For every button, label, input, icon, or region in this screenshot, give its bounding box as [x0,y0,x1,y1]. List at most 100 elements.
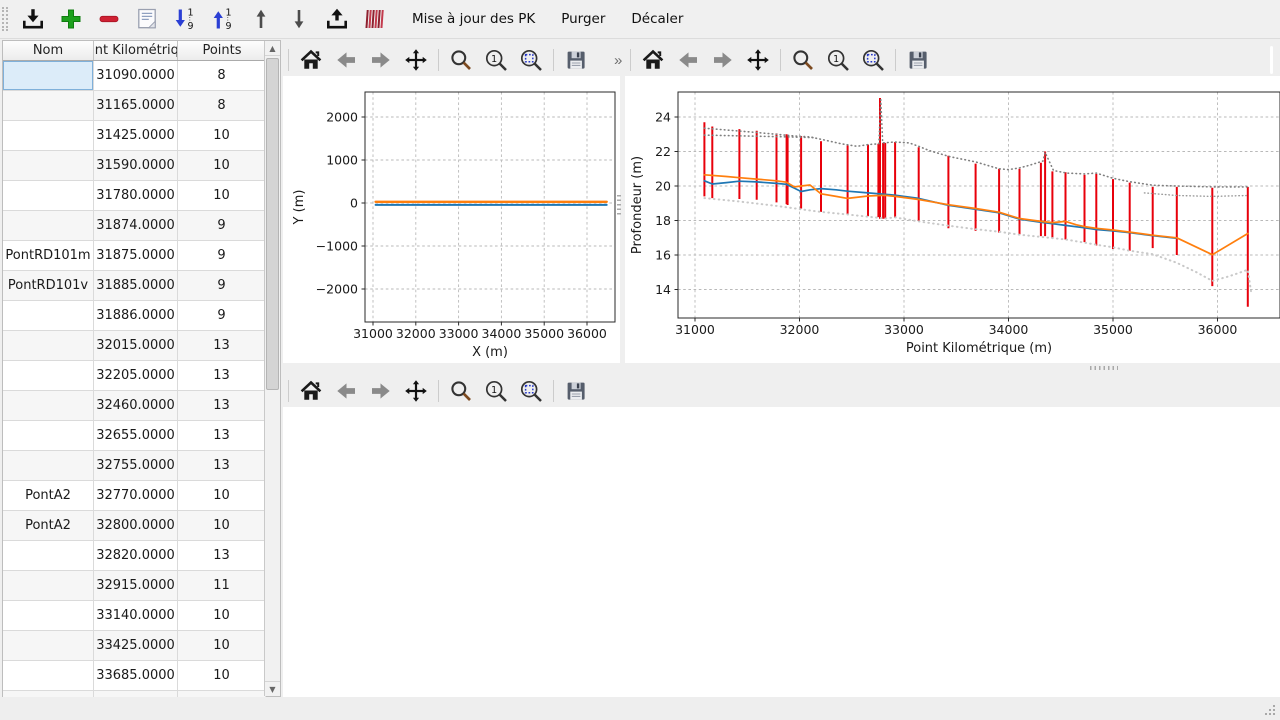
table-cell[interactable]: 8 [178,61,266,91]
table-cell[interactable]: 13 [178,331,266,361]
table-cell[interactable]: 31874.0000 [94,211,178,241]
table-cell[interactable] [3,631,94,661]
save-button[interactable] [905,47,931,73]
table-cell[interactable]: 10 [178,661,266,691]
table-cell[interactable]: 31090.0000 [94,61,178,91]
table-cell[interactable]: 33685.0000 [94,661,178,691]
table-cell[interactable]: 31875.0000 [94,241,178,271]
table-cell[interactable]: 32015.0000 [94,331,178,361]
zoom-original-button[interactable]: 1 [825,47,851,73]
table-cell[interactable]: 31590.0000 [94,151,178,181]
sort-numeric-descending-button[interactable]: 1:9 [168,3,202,35]
profiles-button[interactable] [358,3,392,35]
table-cell[interactable]: 32205.0000 [94,361,178,391]
purge-button[interactable]: Purger [551,5,615,33]
pan-button[interactable] [745,47,771,73]
table-cell[interactable] [3,181,94,211]
table-cell[interactable]: 10 [178,601,266,631]
table-cell[interactable]: 10 [178,481,266,511]
update-pk-button[interactable]: Mise à jour des PK [402,5,545,33]
column-header-point-kilometrique[interactable]: Point Kilométrique [94,41,178,60]
table-cell[interactable]: 33425.0000 [94,631,178,661]
zoom-button[interactable] [448,47,474,73]
toolbar-overflow-button[interactable]: » [614,52,622,69]
zoom-original-button[interactable]: 1 [483,378,509,404]
xy-plot-canvas[interactable]: 310003200033000340003500036000−2000−1000… [283,76,620,363]
table-cell[interactable] [3,421,94,451]
table-cell[interactable]: 13 [178,541,266,571]
profile-plot[interactable]: 3100032000330003400035000360001416182022… [625,76,1280,363]
table-cell[interactable] [3,571,94,601]
forward-button[interactable] [368,47,394,73]
table-cell[interactable]: 10 [178,121,266,151]
zoom-original-button[interactable]: 1 [483,47,509,73]
table-cell[interactable]: PontA2 [3,481,94,511]
table-cell[interactable]: 31780.0000 [94,181,178,211]
table-cell[interactable]: 32820.0000 [94,541,178,571]
table-cell[interactable]: 13 [178,361,266,391]
table-cell[interactable] [3,601,94,631]
scroll-up-button[interactable]: ▲ [265,41,280,56]
pan-button[interactable] [403,378,429,404]
table-cell[interactable]: 9 [178,211,266,241]
move-up-button[interactable] [244,3,278,35]
zoom-button[interactable] [448,378,474,404]
scrollbar-handle[interactable] [266,58,279,390]
table-cell[interactable]: 13 [178,391,266,421]
table-cell[interactable] [3,541,94,571]
table-cell[interactable]: 9 [178,271,266,301]
table-cell[interactable]: 9 [178,241,266,271]
table-cell[interactable]: 10 [178,511,266,541]
back-button[interactable] [333,378,359,404]
back-button[interactable] [333,47,359,73]
table-cell[interactable]: 33140.0000 [94,601,178,631]
table-cell[interactable]: PontRD101v [3,271,94,301]
document-button[interactable] [130,3,164,35]
table-cell[interactable] [3,301,94,331]
table-cell[interactable]: 13 [178,421,266,451]
table-cell[interactable]: 32460.0000 [94,391,178,421]
shift-button[interactable]: Décaler [621,5,693,33]
add-row-button[interactable] [54,3,88,35]
table-cell[interactable]: 31165.0000 [94,91,178,121]
table-cell[interactable]: 9 [178,301,266,331]
zoom-selection-button[interactable] [518,47,544,73]
zoom-selection-button[interactable] [518,378,544,404]
table-cell[interactable]: 10 [178,151,266,181]
table-cell[interactable]: 32770.0000 [94,481,178,511]
table-cell[interactable] [3,661,94,691]
table-cell[interactable]: 32800.0000 [94,511,178,541]
table-cell[interactable]: 32755.0000 [94,451,178,481]
move-down-button[interactable] [282,3,316,35]
table-cell[interactable] [3,211,94,241]
resize-grip-icon[interactable] [1263,703,1277,717]
table-cell[interactable]: PontRD101m [3,241,94,271]
table-cell[interactable] [3,451,94,481]
zoom-selection-button[interactable] [860,47,886,73]
horizontal-splitter-handle[interactable] [1090,366,1118,370]
table-cell[interactable]: 13 [178,451,266,481]
table-cell[interactable]: 31885.0000 [94,271,178,301]
table-cell[interactable]: 8 [178,91,266,121]
table-cell[interactable]: 31425.0000 [94,121,178,151]
empty-plot-canvas[interactable] [283,407,1280,697]
save-button[interactable] [563,47,589,73]
save-button[interactable] [563,378,589,404]
back-button[interactable] [675,47,701,73]
table-cell[interactable]: 11 [178,571,266,601]
forward-button[interactable] [710,47,736,73]
table-cell[interactable]: 10 [178,631,266,661]
table-cell[interactable] [3,91,94,121]
forward-button[interactable] [368,378,394,404]
toolbar-drag-handle[interactable] [2,7,8,31]
table-cell[interactable] [3,391,94,421]
home-button[interactable] [298,47,324,73]
import-button[interactable] [16,3,50,35]
table-cell[interactable]: 10 [178,181,266,211]
scroll-down-button[interactable]: ▼ [265,681,280,696]
delete-row-button[interactable] [92,3,126,35]
table-scrollbar[interactable]: ▲ ▼ [264,41,280,696]
table-cell[interactable] [3,61,94,91]
xy-plot[interactable]: 310003200033000340003500036000−2000−1000… [283,76,620,363]
zoom-button[interactable] [790,47,816,73]
